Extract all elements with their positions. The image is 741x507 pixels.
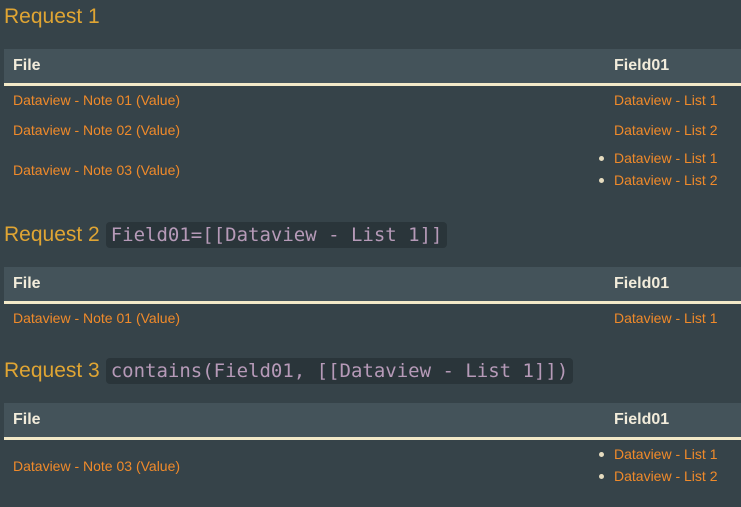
file-link[interactable]: Dataview - Note 03 (Value): [13, 162, 180, 178]
request-1-heading: Request 1: [4, 3, 106, 31]
request-title: Request 3: [4, 359, 100, 382]
column-header-file[interactable]: File: [13, 403, 41, 437]
field-list-item[interactable]: Dataview - List 1: [598, 443, 717, 465]
table-header: File Field01: [4, 403, 741, 440]
dataview-results-page: Request 1 File Field01 Dataview - Note 0…: [0, 0, 741, 507]
column-header-field01[interactable]: Field01: [614, 267, 669, 301]
table-header: File Field01: [4, 49, 741, 86]
field-link[interactable]: Dataview - List 1: [614, 92, 717, 108]
table-row: Dataview - Note 01 (Value) Dataview - Li…: [4, 304, 741, 334]
field-list-item[interactable]: Dataview - List 1: [598, 147, 717, 169]
column-header-field01[interactable]: Field01: [614, 403, 669, 437]
field-link[interactable]: Dataview - List 1: [614, 310, 717, 326]
request-2-table: File Field01 Dataview - Note 01 (Value) …: [4, 267, 741, 334]
field-list-item[interactable]: Dataview - List 2: [598, 169, 717, 191]
table-row: Dataview - Note 03 (Value) Dataview - Li…: [4, 146, 741, 196]
field-link[interactable]: Dataview - List 2: [614, 122, 717, 138]
request-title: Request 2: [4, 223, 100, 246]
table-header: File Field01: [4, 267, 741, 304]
query-code: Field01=[[Dataview - List 1]]: [105, 222, 448, 248]
table-row: Dataview - Note 03 (Value) Dataview - Li…: [4, 440, 741, 490]
request-title: Request 1: [4, 5, 100, 28]
field-list-item[interactable]: Dataview - List 2: [598, 465, 717, 487]
request-1-table: File Field01 Dataview - Note 01 (Value) …: [4, 49, 741, 196]
request-3-table: File Field01 Dataview - Note 03 (Value) …: [4, 403, 741, 490]
field-list: Dataview - List 1 Dataview - List 2: [598, 443, 717, 487]
request-2-heading: Request 2 Field01=[[Dataview - List 1]]: [4, 221, 448, 249]
file-link[interactable]: Dataview - Note 01 (Value): [13, 92, 180, 108]
table-row: Dataview - Note 01 (Value) Dataview - Li…: [4, 86, 741, 116]
file-link[interactable]: Dataview - Note 02 (Value): [13, 122, 180, 138]
file-link[interactable]: Dataview - Note 03 (Value): [13, 458, 180, 474]
table-row: Dataview - Note 02 (Value) Dataview - Li…: [4, 116, 741, 146]
column-header-file[interactable]: File: [13, 49, 41, 83]
query-code: contains(Field01, [[Dataview - List 1]]): [105, 358, 574, 384]
column-header-field01[interactable]: Field01: [614, 49, 669, 83]
field-list: Dataview - List 1 Dataview - List 2: [598, 147, 717, 191]
file-link[interactable]: Dataview - Note 01 (Value): [13, 310, 180, 326]
column-header-file[interactable]: File: [13, 267, 41, 301]
request-3-heading: Request 3 contains(Field01, [[Dataview -…: [4, 357, 574, 385]
